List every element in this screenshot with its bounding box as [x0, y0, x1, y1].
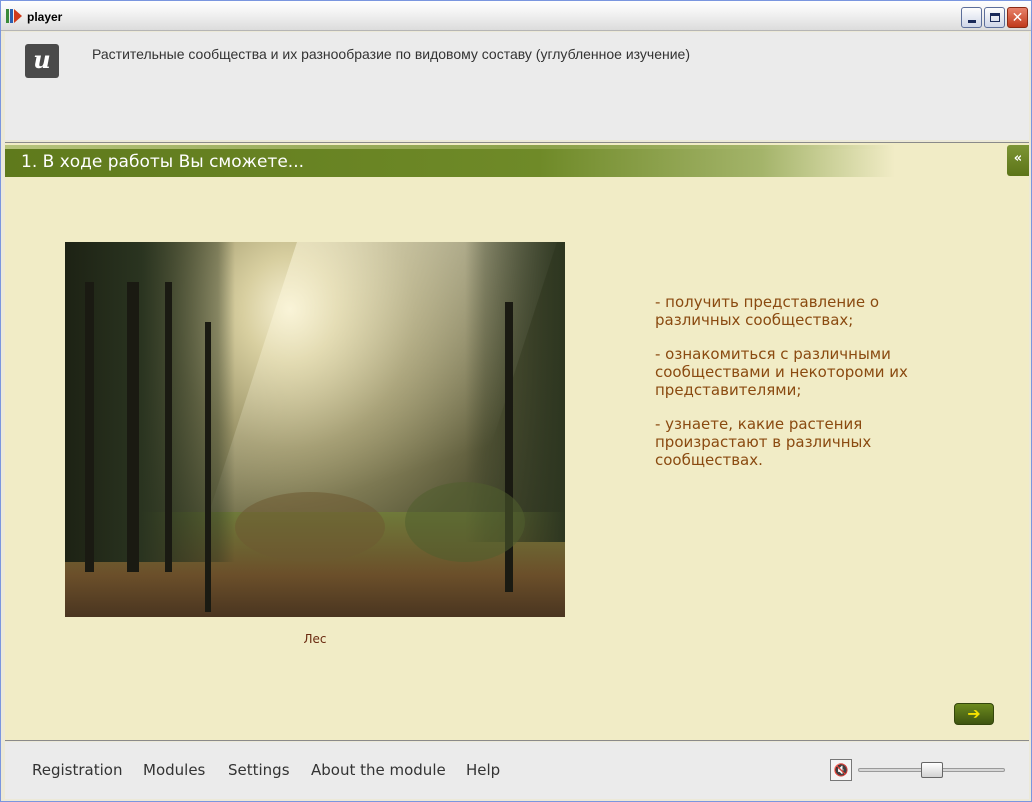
menu-help[interactable]: Help	[466, 761, 500, 779]
forest-photo	[65, 242, 565, 617]
collapse-panel-button[interactable]: «	[1007, 145, 1029, 176]
minimize-icon	[967, 20, 976, 23]
section-header: 1. В ходе работы Вы сможете...	[5, 145, 895, 177]
logo-icon: и	[25, 44, 59, 78]
section-title: 1. В ходе работы Вы сможете...	[21, 152, 304, 172]
photo-caption: Лес	[303, 632, 327, 646]
player-window: player ✕ и Растительные сообщества и их …	[0, 0, 1032, 802]
maximize-icon	[989, 13, 1000, 22]
menu-modules[interactable]: Modules	[143, 761, 205, 779]
speaker-muted-icon: 🔇	[833, 763, 849, 777]
maximize-button[interactable]	[984, 7, 1005, 28]
menu-settings[interactable]: Settings	[228, 761, 290, 779]
close-icon: ✕	[1011, 9, 1024, 26]
lesson-content: 1. В ходе работы Вы сможете... « Лес - п…	[5, 142, 1029, 741]
title-bar[interactable]: player ✕	[1, 1, 1031, 31]
minimize-button[interactable]	[961, 7, 982, 28]
course-title: Растительные сообщества и их разнообрази…	[92, 46, 691, 62]
app-icon	[6, 9, 22, 23]
bottom-menu-bar: Registration Modules Settings About the …	[5, 742, 1029, 799]
goal-item: - узнаете, какие растения произрастают в…	[655, 415, 872, 469]
volume-slider-thumb[interactable]	[920, 762, 943, 778]
arrow-right-icon: ➔	[967, 704, 981, 723]
next-button[interactable]: ➔	[954, 703, 994, 725]
window-title: player	[27, 10, 63, 24]
close-button[interactable]: ✕	[1007, 7, 1028, 28]
goal-item: - ознакомиться с различными сообществами…	[655, 345, 908, 399]
goal-item: - получить представление о различных соо…	[655, 293, 880, 329]
menu-about-module[interactable]: About the module	[311, 761, 446, 779]
menu-registration[interactable]: Registration	[32, 761, 122, 779]
goals-list: - получить представление о различных соо…	[655, 293, 925, 485]
sound-toggle-button[interactable]: 🔇	[830, 759, 852, 781]
course-header: и Растительные сообщества и их разнообра…	[5, 32, 1029, 140]
